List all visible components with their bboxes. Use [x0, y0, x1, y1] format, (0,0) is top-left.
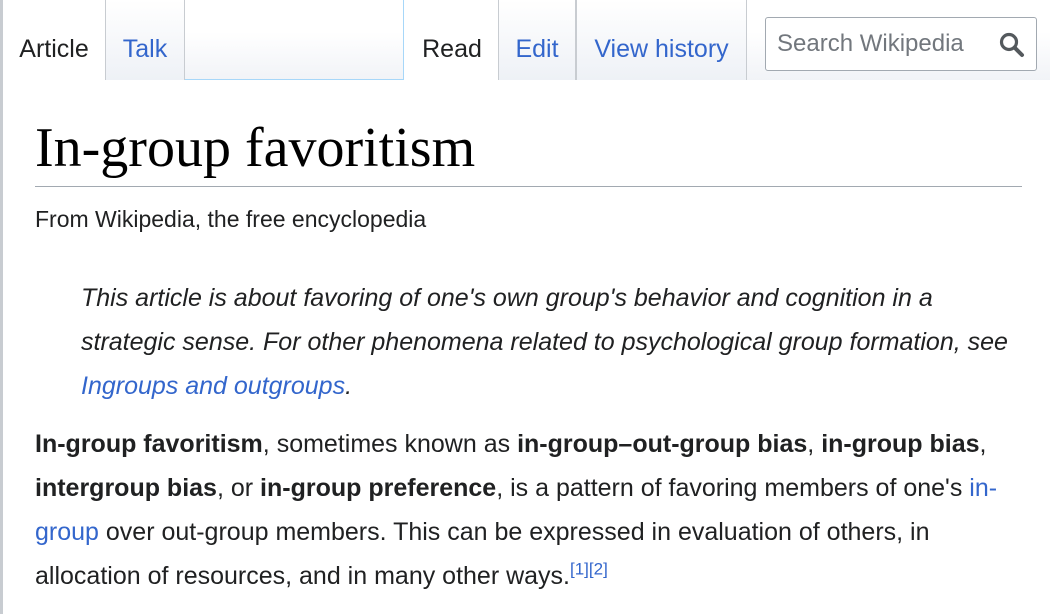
search-box [765, 17, 1037, 71]
lead-text-6: over out-group members. This can be expr… [35, 518, 930, 590]
lead-text-1: , sometimes known as [262, 430, 518, 458]
tab-edit[interactable]: Edit [498, 0, 576, 80]
lead-text-4: , or [216, 474, 261, 502]
search-icon [999, 32, 1024, 57]
lead-text-2: , [807, 430, 822, 458]
tab-view-history-label: View history [594, 35, 729, 63]
lead-text-5: , is a pattern of favoring members of on… [496, 474, 970, 502]
tab-edit-label: Edit [515, 35, 559, 63]
search-button[interactable] [998, 31, 1026, 59]
page-title: In-group favoritism [35, 117, 476, 179]
term-intergroup-bias: intergroup bias [35, 474, 217, 502]
tab-view-history[interactable]: View history [576, 0, 747, 80]
lead-text-3: , [979, 430, 987, 458]
tab-talk[interactable]: Talk [105, 0, 185, 80]
tabs-divider [185, 79, 403, 80]
left-rail [0, 0, 3, 614]
hatnote: This article is about favoring of one's … [81, 276, 1026, 408]
reference-link-1[interactable]: [1] [570, 560, 589, 579]
reference-2[interactable]: [2] [589, 560, 608, 579]
hatnote-end: . [345, 372, 353, 400]
term-in-group-out-group-bias: in-group–out-group bias [517, 430, 808, 458]
term-in-group-favoritism: In-group favoritism [35, 430, 263, 458]
term-in-group-bias: in-group bias [821, 430, 980, 458]
reference-link-2[interactable]: [2] [589, 560, 608, 579]
lead-paragraph: In-group favoritism, sometimes known as … [35, 422, 1025, 598]
site-tagline: From Wikipedia, the free encyclopedia [35, 206, 427, 232]
search-input[interactable] [777, 30, 992, 58]
tab-article[interactable]: Article [3, 0, 105, 80]
tab-read[interactable]: Read [403, 0, 500, 80]
tab-talk-label: Talk [122, 35, 168, 63]
title-divider [35, 186, 1022, 187]
tab-read-label: Read [422, 35, 482, 63]
hatnote-link-ingroups-outgroups[interactable]: Ingroups and outgroups [81, 372, 345, 400]
term-in-group-preference: in-group preference [260, 474, 497, 502]
hatnote-text: This article is about favoring of one's … [81, 284, 1008, 356]
tab-article-label: Article [19, 35, 89, 63]
reference-1[interactable]: [1] [570, 560, 589, 579]
